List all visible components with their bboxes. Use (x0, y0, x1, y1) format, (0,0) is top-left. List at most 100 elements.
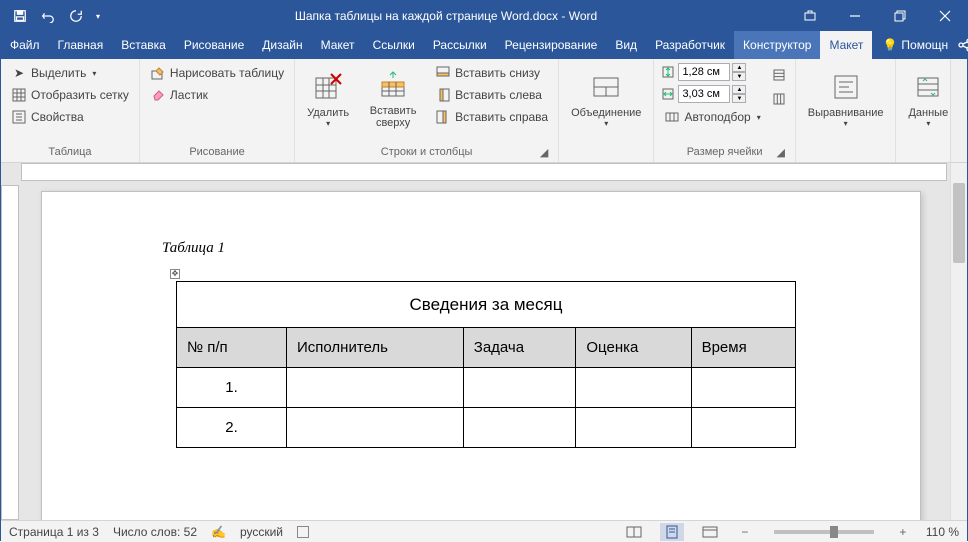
distribute-rows-button[interactable] (769, 65, 789, 85)
window-title: Шапка таблицы на каждой странице Word.do… (105, 9, 787, 23)
zoom-slider-thumb[interactable] (830, 526, 838, 538)
redo-button[interactable] (63, 4, 89, 28)
share-button[interactable] (958, 31, 968, 59)
col-header-0[interactable]: № п/п (177, 328, 287, 368)
scrollbar-thumb[interactable] (953, 183, 965, 263)
delete-button[interactable]: Удалить▾ (301, 63, 355, 135)
print-layout-button[interactable] (660, 523, 684, 541)
read-mode-button[interactable] (622, 523, 646, 541)
tab-table-design[interactable]: Конструктор (734, 31, 820, 59)
table-row[interactable]: 1. (177, 368, 796, 408)
close-button[interactable] (922, 1, 967, 31)
col-header-3[interactable]: Оценка (576, 328, 691, 368)
row-number[interactable]: 2. (177, 408, 287, 448)
alignment-button[interactable]: Выравнивание▾ (802, 63, 890, 135)
cursor-icon: ➤ (11, 65, 27, 81)
width-up[interactable]: ▲ (732, 85, 746, 94)
group-label-cell-size: Размер ячейки◢ (660, 144, 788, 160)
document-area: Таблица 1 ✥ Сведения за месяц № п/п Испо… (1, 163, 967, 520)
tab-file[interactable]: Файл (1, 31, 49, 59)
height-down[interactable]: ▼ (732, 72, 746, 81)
data-button[interactable]: Данные▾ (902, 63, 954, 135)
tab-references[interactable]: Ссылки (364, 31, 424, 59)
eraser-button[interactable]: Ластик (146, 85, 288, 105)
web-layout-button[interactable] (698, 523, 722, 541)
group-merge: Объединение▾ . (559, 59, 654, 162)
pencil-table-icon (150, 65, 166, 81)
ribbon-scrollbar[interactable] (950, 59, 967, 162)
table-merged-header[interactable]: Сведения за месяц (177, 282, 796, 328)
tab-insert[interactable]: Вставка (112, 31, 175, 59)
tab-table-layout[interactable]: Макет (820, 31, 872, 59)
height-up[interactable]: ▲ (732, 63, 746, 72)
draw-table-button[interactable]: Нарисовать таблицу (146, 63, 288, 83)
tab-design[interactable]: Дизайн (253, 31, 311, 59)
col-width-control[interactable]: 3,03 см ▲▼ (660, 85, 764, 103)
tell-me-search[interactable]: 💡Помощн (872, 31, 958, 59)
tell-me-label: Помощн (901, 38, 948, 52)
vertical-ruler[interactable] (1, 185, 19, 520)
width-down[interactable]: ▼ (732, 94, 746, 103)
zoom-out-button[interactable]: − (736, 525, 754, 539)
page-indicator[interactable]: Страница 1 из 3 (9, 525, 99, 539)
row-number[interactable]: 1. (177, 368, 287, 408)
table-header-row[interactable]: № п/п Исполнитель Задача Оценка Время (177, 328, 796, 368)
language-indicator[interactable]: русский (240, 525, 283, 539)
insert-below-button[interactable]: Вставить снизу (431, 63, 552, 83)
insert-left-button[interactable]: Вставить слева (431, 85, 552, 105)
autofit-icon (664, 109, 680, 125)
tab-home[interactable]: Главная (49, 31, 113, 59)
zoom-in-button[interactable]: + (894, 525, 912, 539)
view-gridlines-button[interactable]: Отобразить сетку (7, 85, 133, 105)
horizontal-ruler[interactable] (21, 163, 947, 181)
qat-customize-button[interactable]: ▾ (91, 4, 105, 28)
cell-size-dialog-launcher[interactable]: ◢ (775, 146, 787, 158)
row-height-value[interactable]: 1,28 см (678, 63, 730, 81)
tab-layout[interactable]: Макет (312, 31, 364, 59)
properties-button[interactable]: Свойства (7, 107, 133, 127)
tab-draw[interactable]: Рисование (175, 31, 253, 59)
ribbon-display-options-button[interactable] (787, 1, 832, 31)
table-move-handle[interactable]: ✥ (170, 269, 180, 279)
col-header-2[interactable]: Задача (463, 328, 576, 368)
merge-icon (590, 71, 622, 103)
spellcheck-icon[interactable]: ✍ (211, 525, 226, 539)
save-button[interactable] (7, 4, 33, 28)
rows-cols-dialog-launcher[interactable]: ◢ (538, 146, 550, 158)
vertical-scrollbar[interactable] (950, 163, 967, 520)
restore-button[interactable] (877, 1, 922, 31)
tab-view[interactable]: Вид (606, 31, 646, 59)
table-caption[interactable]: Таблица 1 (162, 240, 800, 257)
undo-button[interactable] (35, 4, 61, 28)
status-bar: Страница 1 из 3 Число слов: 52 ✍ русский… (1, 520, 967, 542)
distribute-cols-icon (771, 91, 787, 107)
zoom-level[interactable]: 110 % (926, 525, 959, 539)
distribute-cols-button[interactable] (769, 89, 789, 109)
insert-above-button[interactable]: Вставить сверху (359, 63, 427, 135)
tab-developer[interactable]: Разработчик (646, 31, 734, 59)
height-icon (660, 64, 676, 80)
group-rows-cols: Удалить▾ Вставить сверху Вставить снизу … (295, 59, 559, 162)
document-table[interactable]: Сведения за месяц № п/п Исполнитель Зада… (176, 281, 796, 448)
col-width-value[interactable]: 3,03 см (678, 85, 730, 103)
insert-above-icon (377, 69, 409, 101)
table-row[interactable]: 2. (177, 408, 796, 448)
word-count[interactable]: Число слов: 52 (113, 525, 197, 539)
macro-record-icon[interactable] (297, 526, 309, 538)
insert-right-button[interactable]: Вставить справа (431, 107, 552, 127)
merge-button[interactable]: Объединение▾ (565, 63, 647, 135)
row-height-control[interactable]: 1,28 см ▲▼ (660, 63, 764, 81)
autofit-button[interactable]: Автоподбор▾ (660, 107, 764, 127)
tab-mailings[interactable]: Рассылки (424, 31, 496, 59)
ribbon: ➤Выделить▾ Отобразить сетку Свойства Таб… (1, 59, 967, 163)
document-page[interactable]: Таблица 1 ✥ Сведения за месяц № п/п Испо… (41, 191, 921, 520)
tab-review[interactable]: Рецензирование (496, 31, 607, 59)
select-button[interactable]: ➤Выделить▾ (7, 63, 133, 83)
col-header-4[interactable]: Время (691, 328, 795, 368)
minimize-button[interactable] (832, 1, 877, 31)
col-header-1[interactable]: Исполнитель (287, 328, 464, 368)
zoom-slider[interactable] (774, 530, 874, 534)
group-label-table: Таблица (7, 144, 133, 160)
insert-right-icon (435, 109, 451, 125)
grid-icon (11, 87, 27, 103)
